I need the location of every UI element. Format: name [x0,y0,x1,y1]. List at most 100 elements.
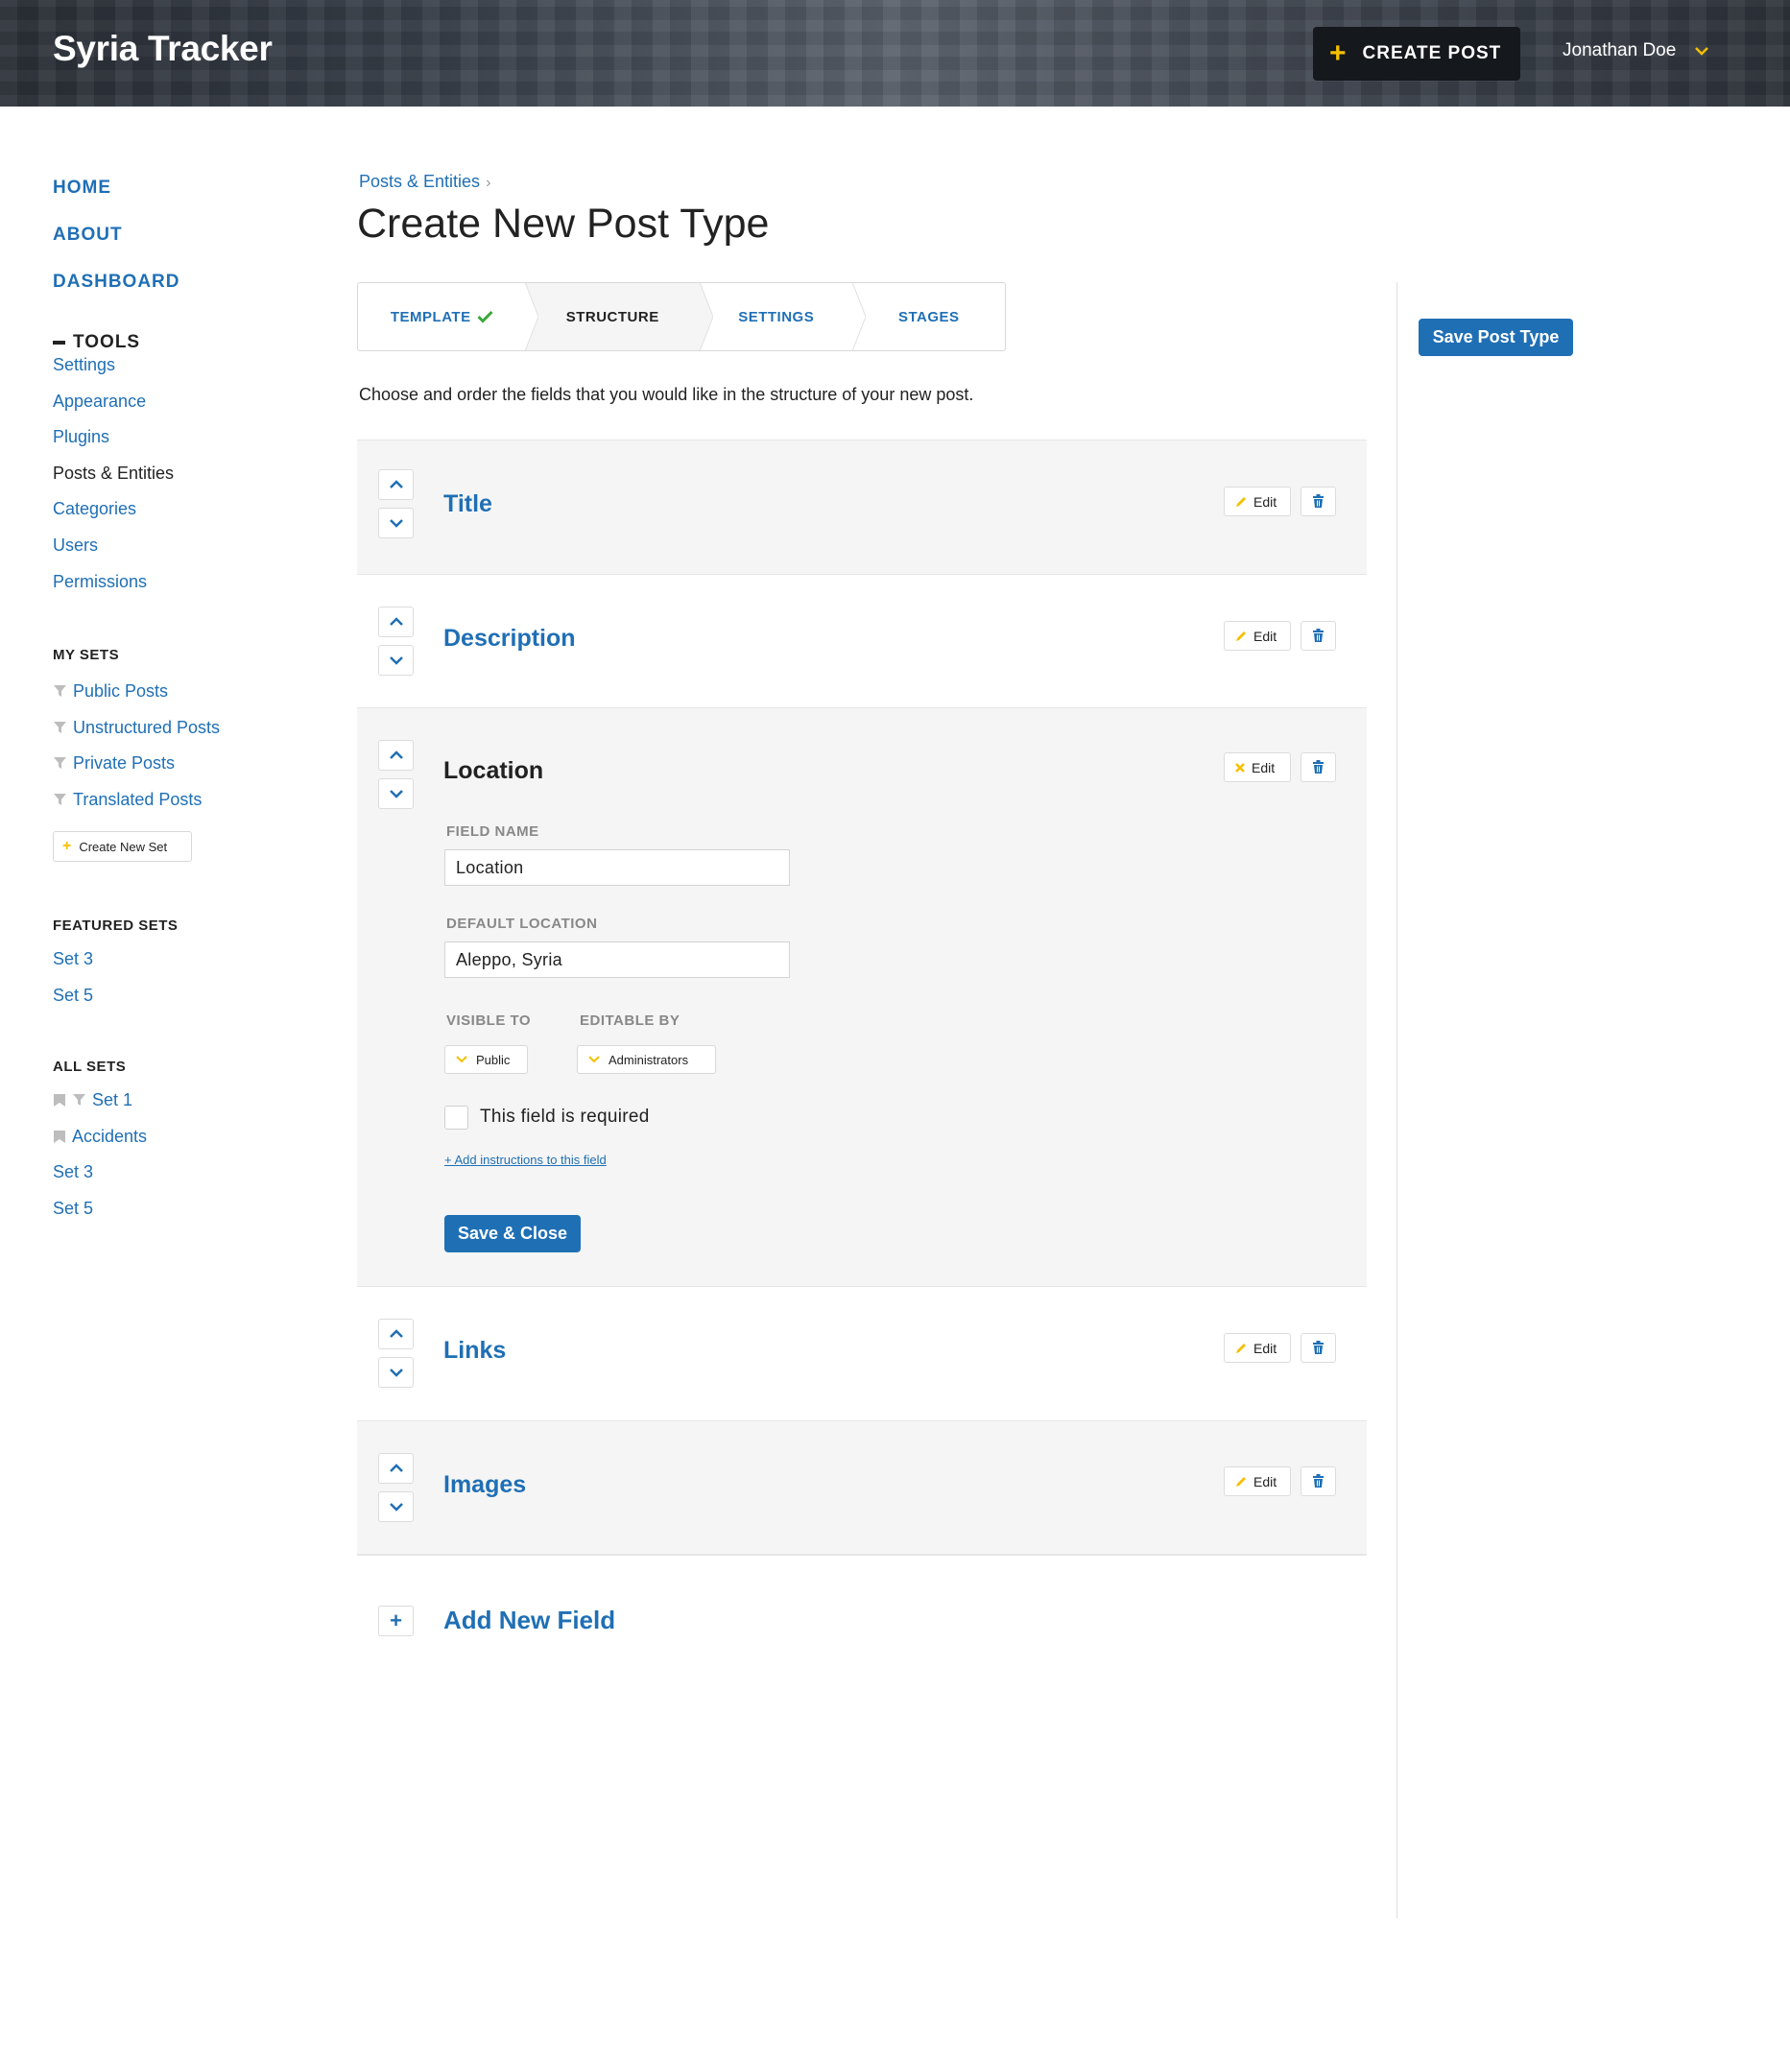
chevron-right-icon: › [486,175,491,191]
plus-icon: + [62,838,72,854]
all-set-item-accidents[interactable]: Accidents [53,1127,147,1163]
field-name[interactable]: Title [443,490,492,518]
set-item-private-posts[interactable]: Private Posts [53,753,220,790]
edit-button[interactable]: Edit [1224,621,1291,651]
step-separator [512,283,539,350]
editable-by-select[interactable]: Administrators [577,1045,716,1074]
required-checkbox[interactable] [444,1106,468,1130]
visible-to-label: VISIBLE TO [446,1012,532,1029]
move-up-button[interactable] [378,607,414,637]
field-name-label: FIELD NAME [446,823,539,840]
field-name[interactable]: Location [443,757,543,785]
visible-to-select[interactable]: Public [444,1045,528,1074]
nav-dashboard[interactable]: DASHBOARD [53,272,180,319]
brand-logo-text[interactable]: Syria Tracker [53,29,273,69]
filter-icon [54,685,66,697]
step-separator [839,283,867,350]
sidebar-item-posts-entities[interactable]: Posts & Entities [53,464,174,500]
featured-set-item[interactable]: Set 3 [53,949,93,986]
plus-icon: + [390,1608,402,1632]
add-new-field-link[interactable]: Add New Field [443,1606,615,1635]
set-item-public-posts[interactable]: Public Posts [53,681,220,718]
chevron-down-icon [389,519,403,528]
move-up-button[interactable] [378,1319,414,1349]
sidebar-item-users[interactable]: Users [53,536,174,572]
create-new-set-button[interactable]: + Create New Set [53,831,192,862]
move-down-button[interactable] [378,1357,414,1388]
field-name-input[interactable] [444,849,790,886]
sidebar-item-categories[interactable]: Categories [53,499,174,536]
sidebar-item-settings[interactable]: Settings [53,355,174,392]
all-set-item[interactable]: Set 3 [53,1162,147,1199]
add-field-button[interactable]: + [378,1606,414,1636]
edit-button[interactable]: Edit [1224,487,1291,516]
field-name[interactable]: Description [443,625,576,653]
step-label: STRUCTURE [565,308,659,325]
delete-button[interactable] [1301,1333,1336,1363]
move-up-button[interactable] [378,740,414,771]
nav-home[interactable]: HOME [53,178,180,225]
edit-button[interactable]: Edit [1224,1333,1291,1363]
set-label: Private Posts [73,753,176,774]
close-edit-button[interactable]: Edit [1224,752,1291,782]
step-stages[interactable]: STAGES [852,283,1005,350]
trash-icon [1313,629,1324,642]
sidebar-item-plugins[interactable]: Plugins [53,427,174,464]
edit-label: Edit [1253,1473,1277,1489]
delete-button[interactable] [1301,621,1336,651]
sidebar-item-appearance[interactable]: Appearance [53,392,174,428]
user-menu[interactable]: Jonathan Doe [1563,40,1710,61]
default-location-input[interactable] [444,941,790,978]
instructions-text: Choose and order the fields that you wou… [359,385,974,404]
delete-button[interactable] [1301,487,1336,516]
move-down-button[interactable] [378,1491,414,1522]
chevron-up-icon [389,750,403,759]
move-down-button[interactable] [378,778,414,809]
tools-submenu: Settings Appearance Plugins Posts & Enti… [53,355,174,607]
breadcrumb-link[interactable]: Posts & Entities [359,172,480,191]
nav-about[interactable]: ABOUT [53,225,180,272]
step-settings[interactable]: SETTINGS [700,283,867,350]
trash-icon [1313,760,1324,774]
set-label: Set 1 [92,1090,133,1109]
move-down-button[interactable] [378,508,414,538]
delete-button[interactable] [1301,1466,1336,1496]
sidebar-item-permissions[interactable]: Permissions [53,572,174,608]
chevron-down-icon [389,1503,403,1512]
visible-to-value: Public [476,1052,511,1067]
field-name[interactable]: Images [443,1471,526,1499]
add-instructions-link[interactable]: + Add instructions to this field [444,1153,607,1167]
save-close-button[interactable]: Save & Close [444,1215,581,1252]
set-item-translated-posts[interactable]: Translated Posts [53,790,220,826]
column-divider [1396,282,1397,1918]
bookmark-icon [54,1130,65,1143]
field-row-location: Location Edit FIELD NAME DEFAULT LOCATIO… [357,707,1367,1286]
step-template[interactable]: TEMPLATE [358,283,539,350]
chevron-up-icon [389,480,403,488]
create-post-button[interactable]: + CREATE POST [1313,27,1520,81]
save-post-type-button[interactable]: Save Post Type [1419,319,1573,356]
field-row-images: Images Edit [357,1420,1367,1555]
set-item-unstructured-posts[interactable]: Unstructured Posts [53,718,220,754]
breadcrumb: Posts & Entities › [359,172,490,192]
checkmark-icon [477,310,493,323]
delete-button[interactable] [1301,752,1336,782]
chevron-up-icon [389,1464,403,1472]
field-list: Title Edit Description Edit Location Edi… [357,440,1367,1555]
required-label: This field is required [480,1107,650,1127]
bookmark-icon [54,1094,65,1107]
add-new-field-row: + Add New Field [357,1555,1367,1689]
editable-by-value: Administrators [609,1052,689,1067]
field-name[interactable]: Links [443,1337,506,1365]
featured-set-item[interactable]: Set 5 [53,986,93,1022]
all-set-item-set-1[interactable]: Set 1 [53,1090,147,1127]
move-down-button[interactable] [378,645,414,676]
set-label: Public Posts [73,681,169,701]
step-structure[interactable]: STRUCTURE [525,283,713,350]
field-row-links: Links Edit [357,1286,1367,1420]
chevron-up-icon [389,1329,403,1338]
edit-button[interactable]: Edit [1224,1466,1291,1496]
move-up-button[interactable] [378,1453,414,1484]
all-set-item[interactable]: Set 5 [53,1199,147,1235]
move-up-button[interactable] [378,469,414,500]
